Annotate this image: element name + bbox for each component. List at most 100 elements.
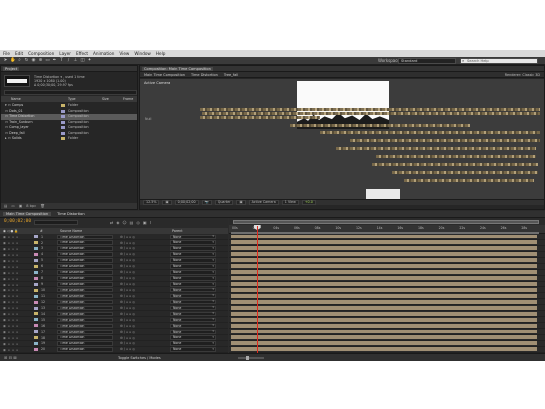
layer-label-color[interactable] (34, 253, 38, 257)
parent-select[interactable]: None (170, 246, 216, 251)
parent-select[interactable]: None (170, 258, 216, 263)
timeline-timecode[interactable]: 0;00;02;00 (4, 219, 31, 224)
layer-switches[interactable]: ⚙ / ▫ ▫ ◎ (120, 252, 135, 256)
layer-switches[interactable]: ⚙ / ▫ ▫ ◎ (120, 241, 135, 245)
label-color-swatch[interactable] (61, 131, 65, 135)
workspace-select[interactable]: Standard (398, 58, 456, 64)
shy-layers-icon[interactable]: ☺ (122, 220, 126, 225)
layer-bar-fill[interactable] (231, 305, 537, 310)
composition-viewer[interactable]: Active Camera Null (140, 79, 544, 205)
layer-switches[interactable]: ⚙ / ▫ ▫ ◎ (120, 294, 135, 298)
layer-switches[interactable]: ⚙ / ▫ ▫ ◎ (120, 246, 135, 250)
layer-bar-fill[interactable] (231, 264, 537, 269)
layer-name[interactable]: Time Distortion (57, 287, 113, 293)
camera-tool-icon[interactable]: ◉ (31, 58, 36, 63)
av-switches[interactable]: ◉ ▫ ▫ ▫ (3, 253, 19, 257)
renderer-label[interactable]: Renderer: Classic 3D (505, 73, 540, 77)
search-help-input[interactable]: ⌕ Search Help (460, 58, 538, 64)
parent-select[interactable]: None (170, 305, 216, 311)
pan-behind-tool-icon[interactable]: ⊕ (38, 58, 43, 63)
layer-switches[interactable]: ⚙ / ▫ ▫ ◎ (120, 258, 135, 262)
layer-name[interactable]: Time Distortion (57, 234, 113, 239)
resolution-select[interactable]: Quarter (214, 200, 234, 205)
layer-label-color[interactable] (34, 235, 38, 239)
layer-name[interactable]: Time Distortion (57, 276, 113, 281)
layer-name[interactable]: Time Distortion (57, 317, 113, 323)
crumb-tree-fall[interactable]: Tree_fall (224, 73, 238, 77)
layer-name[interactable]: Time Distortion (57, 347, 113, 352)
menu-composition[interactable]: Composition (28, 51, 54, 56)
layer-bar-fill[interactable] (231, 299, 537, 304)
safe-zones-icon[interactable]: ▣ (162, 200, 172, 205)
parent-select[interactable]: None (170, 252, 216, 257)
rotate-tool-icon[interactable]: ↻ (24, 58, 29, 63)
av-switches[interactable]: ◉ ▫ ▫ ▫ (3, 336, 19, 340)
project-search-input[interactable] (4, 90, 137, 95)
av-switches[interactable]: ◉ ▫ ▫ ▫ (3, 288, 19, 292)
layer-label-color[interactable] (34, 241, 38, 245)
layer-bar-fill[interactable] (231, 317, 537, 322)
layer-name[interactable]: Time Distortion (57, 341, 113, 346)
brainstorm-icon[interactable]: ▣ (143, 220, 147, 225)
motion-blur-icon[interactable]: ◎ (136, 220, 140, 225)
av-switches[interactable]: ◉ ▫ ▫ ▫ (3, 271, 19, 275)
time-navigator[interactable] (233, 220, 539, 224)
av-switches[interactable]: ◉ ▫ ▫ ▫ (3, 324, 19, 328)
layer-name[interactable]: Time Distortion (57, 335, 113, 340)
timeline-graph[interactable]: 00s02s04s06s08s10s12s14s16s18s20s22s24s2… (229, 218, 545, 353)
layer-label-color[interactable] (34, 348, 38, 352)
bpc-label[interactable]: 8 bpc (26, 204, 36, 208)
layer-duration-bar[interactable] (229, 347, 545, 353)
timeline-search-input[interactable] (34, 220, 78, 225)
menu-file[interactable]: File (3, 51, 10, 56)
column-name[interactable]: Name (11, 97, 21, 101)
hand-tool-icon[interactable]: ✋ (10, 58, 16, 63)
layer-bar-fill[interactable] (231, 276, 537, 280)
menu-animation[interactable]: Animation (93, 51, 114, 56)
frame-blending-icon[interactable]: ▤ (130, 220, 134, 225)
puppet-tool-icon[interactable]: ✦ (87, 58, 92, 63)
layer-bar-fill[interactable] (231, 293, 537, 298)
mask-tool-icon[interactable]: ▭ (45, 58, 50, 63)
brush-tool-icon[interactable]: ∕ (66, 58, 71, 63)
column-size[interactable]: Size (102, 97, 109, 101)
timeline-zoom-slider[interactable] (238, 356, 264, 360)
expand-icons[interactable]: ⊞ ⊟ ⊠ (4, 355, 17, 360)
current-time-indicator[interactable] (256, 226, 258, 353)
av-switches[interactable]: ◉ ▫ ▫ ▫ (3, 235, 19, 239)
layer-switches[interactable]: ⚙ / ▫ ▫ ◎ (120, 306, 135, 310)
layer-label-color[interactable] (34, 270, 38, 274)
layer-switches[interactable]: ⚙ / ▫ ▫ ◎ (120, 300, 135, 304)
layer-switches[interactable]: ⚙ / ▫ ▫ ◎ (120, 312, 135, 316)
layer-name[interactable]: Time Distortion (57, 264, 113, 269)
menu-help[interactable]: Help (156, 51, 166, 56)
selection-tool-icon[interactable]: ➤ (3, 58, 8, 63)
interpret-footage-icon[interactable]: ▤ (4, 204, 7, 208)
layer-switches[interactable]: ⚙ / ▫ ▫ ◎ (120, 318, 135, 322)
source-name-header[interactable]: Source Name (60, 229, 82, 233)
layer-bar-fill[interactable] (231, 311, 537, 316)
snapshot-icon[interactable]: 📷 (201, 200, 212, 205)
menu-view[interactable]: View (119, 51, 129, 56)
parent-select[interactable]: None (170, 311, 216, 317)
layer-label-color[interactable] (34, 259, 38, 263)
eraser-tool-icon[interactable]: ◫ (80, 58, 85, 63)
clone-tool-icon[interactable]: ⊥ (73, 58, 78, 63)
layer-name[interactable]: Time Distortion (57, 258, 113, 263)
label-color-swatch[interactable] (61, 120, 65, 124)
column-frame[interactable]: Frame (123, 97, 133, 101)
av-switches[interactable]: ◉ ▫ ▫ ▫ (3, 318, 19, 322)
region-of-interest-icon[interactable]: ▣ (236, 200, 246, 205)
type-tool-icon[interactable]: T (59, 58, 64, 63)
layer-switches[interactable]: ⚙ / ▫ ▫ ◎ (120, 347, 135, 351)
layer-bar-fill[interactable] (231, 341, 537, 346)
parent-select[interactable]: None (170, 270, 216, 275)
parent-select[interactable]: None (170, 264, 216, 269)
layer-bar-fill[interactable] (231, 246, 537, 251)
layer-name[interactable]: Time Distortion (57, 329, 113, 334)
exposure-value[interactable]: +0.0 (301, 200, 316, 205)
layer-label-color[interactable] (34, 288, 38, 292)
layer-label-color[interactable] (34, 330, 38, 334)
layer-name[interactable]: Time Distortion (57, 305, 113, 311)
layer-name[interactable]: Time Distortion (57, 293, 113, 299)
